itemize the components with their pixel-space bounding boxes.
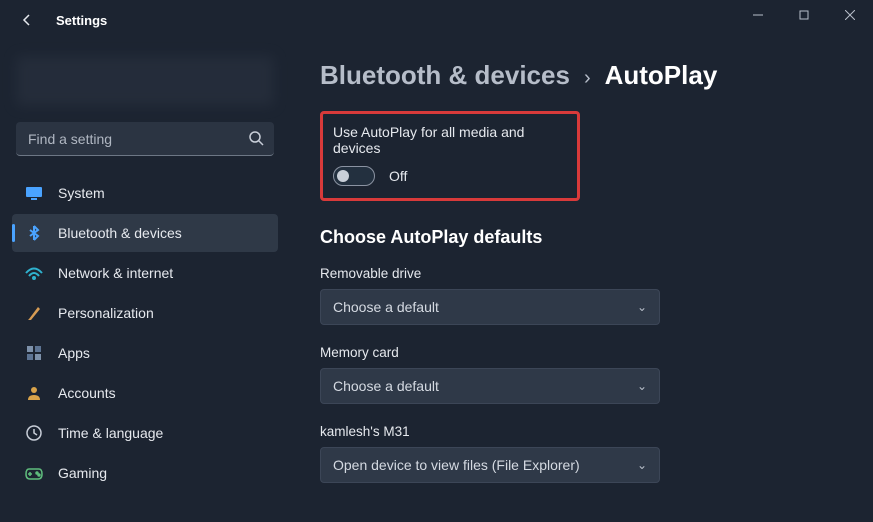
sidebar-item-label: Apps	[58, 345, 90, 361]
default-dropdown[interactable]: Choose a default ⌄	[320, 368, 660, 404]
sidebar-item-icon	[24, 423, 44, 443]
sidebar-item-icon	[24, 303, 44, 323]
dropdown-value: Choose a default	[333, 299, 439, 315]
autoplay-toggle[interactable]	[333, 166, 375, 186]
default-field-label: Memory card	[320, 345, 843, 360]
sidebar-item-label: Personalization	[58, 305, 154, 321]
search-input[interactable]	[16, 122, 274, 156]
close-icon	[845, 10, 855, 20]
sidebar-item-icon	[24, 223, 44, 243]
sidebar-item-label: Network & internet	[58, 265, 173, 281]
main-content: Bluetooth & devices › AutoPlay Use AutoP…	[290, 40, 873, 522]
sidebar-item-system[interactable]: System	[12, 174, 278, 212]
autoplay-toggle-state: Off	[389, 168, 407, 184]
sidebar-item-bluetooth-devices[interactable]: Bluetooth & devices	[12, 214, 278, 252]
sidebar-item-label: Bluetooth & devices	[58, 225, 182, 241]
arrow-left-icon	[19, 12, 35, 28]
dropdown-value: Open device to view files (File Explorer…	[333, 457, 580, 473]
defaults-section-title: Choose AutoPlay defaults	[320, 227, 843, 248]
minimize-icon	[753, 10, 763, 20]
search-box	[16, 122, 274, 156]
chevron-down-icon: ⌄	[637, 458, 647, 472]
chevron-down-icon: ⌄	[637, 379, 647, 393]
close-button[interactable]	[827, 0, 873, 30]
maximize-icon	[799, 10, 809, 20]
sidebar-item-time-language[interactable]: Time & language	[12, 414, 278, 452]
account-card[interactable]	[16, 56, 274, 106]
default-dropdown[interactable]: Choose a default ⌄	[320, 289, 660, 325]
minimize-button[interactable]	[735, 0, 781, 30]
sidebar-item-label: System	[58, 185, 105, 201]
chevron-down-icon: ⌄	[637, 300, 647, 314]
autoplay-toggle-group: Use AutoPlay for all media and devices O…	[320, 111, 580, 201]
toggle-knob	[337, 170, 349, 182]
default-dropdown[interactable]: Open device to view files (File Explorer…	[320, 447, 660, 483]
sidebar: System Bluetooth & devices Network & inter…	[0, 40, 290, 522]
nav-list: System Bluetooth & devices Network & inter…	[12, 174, 278, 492]
sidebar-item-icon	[24, 343, 44, 363]
search-icon	[248, 130, 264, 151]
titlebar: Settings	[0, 0, 873, 40]
sidebar-item-icon	[24, 383, 44, 403]
sidebar-item-icon	[24, 463, 44, 483]
dropdown-value: Choose a default	[333, 378, 439, 394]
sidebar-item-icon	[24, 263, 44, 283]
sidebar-item-personalization[interactable]: Personalization	[12, 294, 278, 332]
default-field: Memory card Choose a default ⌄	[320, 345, 843, 404]
maximize-button[interactable]	[781, 0, 827, 30]
sidebar-item-network-internet[interactable]: Network & internet	[12, 254, 278, 292]
breadcrumb: Bluetooth & devices › AutoPlay	[320, 60, 843, 91]
breadcrumb-parent[interactable]: Bluetooth & devices	[320, 60, 570, 91]
default-field: kamlesh's M31 Open device to view files (…	[320, 424, 843, 483]
sidebar-item-accounts[interactable]: Accounts	[12, 374, 278, 412]
sidebar-item-label: Gaming	[58, 465, 107, 481]
breadcrumb-current: AutoPlay	[605, 60, 718, 91]
window-controls	[735, 0, 873, 30]
sidebar-item-label: Accounts	[58, 385, 116, 401]
sidebar-item-label: Time & language	[58, 425, 163, 441]
autoplay-toggle-label: Use AutoPlay for all media and devices	[333, 124, 561, 156]
sidebar-item-apps[interactable]: Apps	[12, 334, 278, 372]
defaults-list: Removable driveChoose a default⌄Memory c…	[320, 266, 843, 483]
back-button[interactable]	[12, 5, 42, 35]
chevron-right-icon: ›	[584, 67, 591, 90]
window-title: Settings	[56, 13, 107, 28]
default-field: Removable drive Choose a default ⌄	[320, 266, 843, 325]
default-field-label: kamlesh's M31	[320, 424, 843, 439]
default-field-label: Removable drive	[320, 266, 843, 281]
sidebar-item-icon	[24, 183, 44, 203]
sidebar-item-gaming[interactable]: Gaming	[12, 454, 278, 492]
